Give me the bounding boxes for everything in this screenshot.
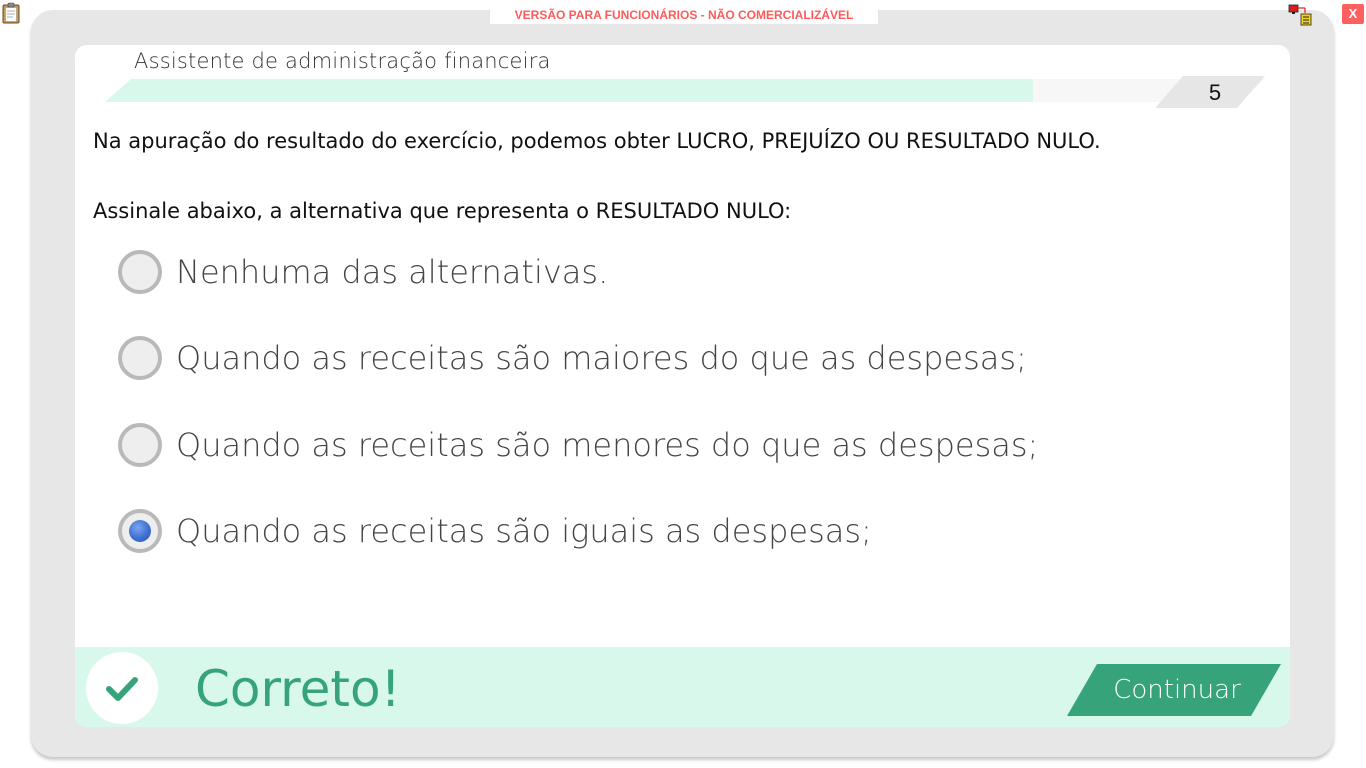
progress-fill — [105, 79, 1033, 102]
feedback-status: Correto! — [195, 660, 401, 718]
check-badge — [86, 652, 158, 724]
answer-option-label: Quando as receitas são maiores do que as… — [176, 339, 1027, 377]
close-button[interactable]: X — [1342, 4, 1364, 24]
course-title: Assistente de administração financeira — [134, 49, 551, 73]
answer-option[interactable]: Quando as receitas são iguais as despesa… — [118, 506, 1218, 556]
answer-option-label: Quando as receitas são menores do que as… — [176, 426, 1039, 464]
answer-option[interactable]: Nenhuma das alternativas. — [118, 247, 1218, 297]
watermark-text: VERSÃO PARA FUNCIONÁRIOS - NÃO COMERCIAL… — [490, 7, 878, 24]
quiz-card: Assistente de administração financeira 5… — [75, 45, 1290, 727]
clipboard-icon[interactable] — [2, 2, 20, 24]
network-status-icon[interactable] — [1288, 3, 1314, 27]
radio-selected-dot — [129, 520, 151, 542]
app-window: VERSÃO PARA FUNCIONÁRIOS - NÃO COMERCIAL… — [0, 0, 1366, 768]
feedback-bar: Correto! Continuar — [75, 647, 1290, 727]
question-instruction: Assinale abaixo, a alternativa que repre… — [93, 199, 792, 223]
radio-button[interactable] — [118, 423, 162, 467]
question-statement: Na apuração do resultado do exercício, p… — [93, 129, 1101, 153]
answer-option[interactable]: Quando as receitas são menores do que as… — [118, 420, 1218, 470]
progress-bar — [105, 79, 1265, 102]
answer-option-label: Quando as receitas são iguais as despesa… — [176, 512, 872, 550]
radio-button[interactable] — [118, 336, 162, 380]
answer-option-label: Nenhuma das alternativas. — [176, 253, 609, 291]
continue-button[interactable]: Continuar — [1067, 664, 1281, 716]
radio-button[interactable] — [118, 509, 162, 553]
radio-button[interactable] — [118, 250, 162, 294]
check-icon — [106, 677, 138, 701]
answer-option[interactable]: Quando as receitas são maiores do que as… — [118, 333, 1218, 383]
